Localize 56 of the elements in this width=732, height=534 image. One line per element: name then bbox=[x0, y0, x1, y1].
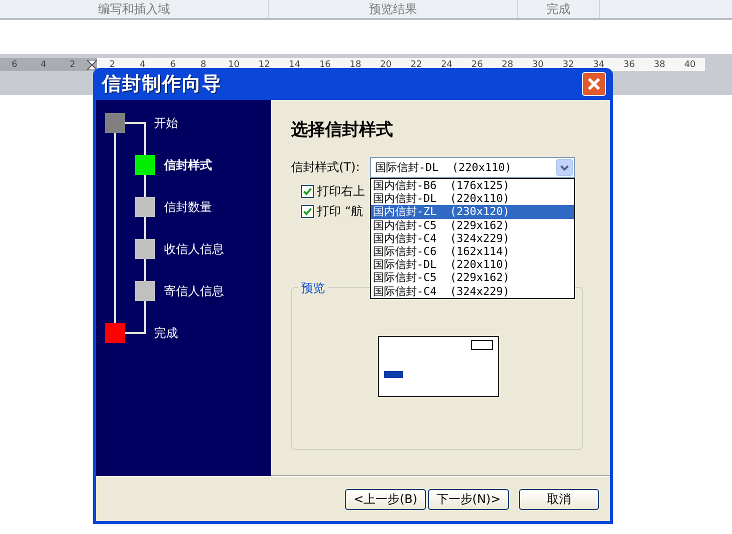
dropdown-option[interactable]: 国际信封-DL (220x110) bbox=[370, 258, 574, 272]
field-label: 信封样式(T): bbox=[291, 159, 360, 176]
dropdown-option[interactable]: 国内信封-C5 (229x162) bbox=[370, 218, 574, 232]
ruler-number: 30 bbox=[531, 60, 545, 70]
window-title: 信封制作向导 bbox=[102, 72, 222, 97]
ruler-number: 32 bbox=[562, 60, 576, 70]
close-icon bbox=[586, 76, 602, 92]
checkbox-label: 打印右上 bbox=[317, 182, 365, 200]
back-button[interactable]: <上一步(B) bbox=[345, 488, 426, 510]
ruler-number: 14 bbox=[288, 60, 302, 70]
ruler-number: 6 bbox=[10, 60, 18, 70]
next-button[interactable]: 下一步(N)> bbox=[428, 488, 509, 510]
ruler-number: 4 bbox=[138, 60, 146, 70]
ruler-number: 20 bbox=[379, 60, 393, 70]
dropdown-option[interactable]: 国内信封-DL (220x110) bbox=[370, 192, 574, 206]
ruler-number: 28 bbox=[500, 60, 514, 70]
ruler-number: 6 bbox=[169, 60, 177, 70]
step-label[interactable]: 信封样式 bbox=[164, 156, 212, 174]
dropdown-option[interactable]: 国际信封-C4 (324x229) bbox=[370, 284, 574, 298]
step-label[interactable]: 寄信人信息 bbox=[164, 282, 224, 300]
group-label: 预览 bbox=[298, 280, 328, 297]
ruler-number: 36 bbox=[622, 60, 636, 70]
dropdown-option[interactable]: 国内信封-C4 (324x229) bbox=[370, 232, 574, 245]
ribbon-group-label: 预览结果 bbox=[269, 0, 518, 18]
ruler-number: 38 bbox=[652, 60, 666, 70]
ruler-number: 2 bbox=[68, 60, 76, 70]
ruler-number: 26 bbox=[470, 60, 484, 70]
step-heading: 选择信封样式 bbox=[291, 119, 394, 141]
ruler-number: 16 bbox=[318, 60, 332, 70]
dropdown-option[interactable]: 国际信封-C6 (162x114) bbox=[370, 244, 574, 258]
ruler-number: 40 bbox=[683, 60, 697, 70]
ruler-number: 10 bbox=[227, 60, 241, 70]
ruler-number: 24 bbox=[440, 60, 454, 70]
step-label[interactable]: 完成 bbox=[154, 324, 178, 342]
indent-marker-icon[interactable] bbox=[87, 60, 97, 70]
dropdown-option[interactable]: 国内信封-B6 (176x125) bbox=[370, 179, 574, 192]
step-label[interactable]: 收信人信息 bbox=[164, 240, 224, 258]
checkbox[interactable] bbox=[301, 184, 314, 198]
checkbox-label: 打印 “航 bbox=[317, 202, 364, 220]
ruler-number: 34 bbox=[592, 60, 606, 70]
ruler-number: 8 bbox=[200, 60, 208, 70]
ruler-number: 22 bbox=[410, 60, 423, 70]
dropdown-option[interactable]: 国内信封-ZL (230x120) bbox=[370, 205, 574, 219]
step-label[interactable]: 信封数量 bbox=[164, 198, 212, 216]
step-label[interactable]: 开始 bbox=[154, 114, 178, 132]
checkbox[interactable] bbox=[301, 204, 314, 218]
ribbon-group-label: 编写和插入域 bbox=[0, 0, 269, 18]
close-button[interactable] bbox=[582, 72, 606, 96]
envelope-style-dropdown[interactable]: 国际信封-DL (220x110) bbox=[370, 157, 575, 178]
dropdown-option[interactable]: 国际信封-C5 (229x162) bbox=[370, 271, 574, 284]
ruler-number: 2 bbox=[108, 60, 116, 70]
ribbon-group-label: 完成 bbox=[518, 0, 600, 18]
ruler-number: 4 bbox=[40, 60, 48, 70]
cancel-button[interactable]: 取消 bbox=[519, 488, 599, 510]
ruler-number: 18 bbox=[348, 60, 362, 70]
ruler-number: 12 bbox=[258, 60, 271, 70]
